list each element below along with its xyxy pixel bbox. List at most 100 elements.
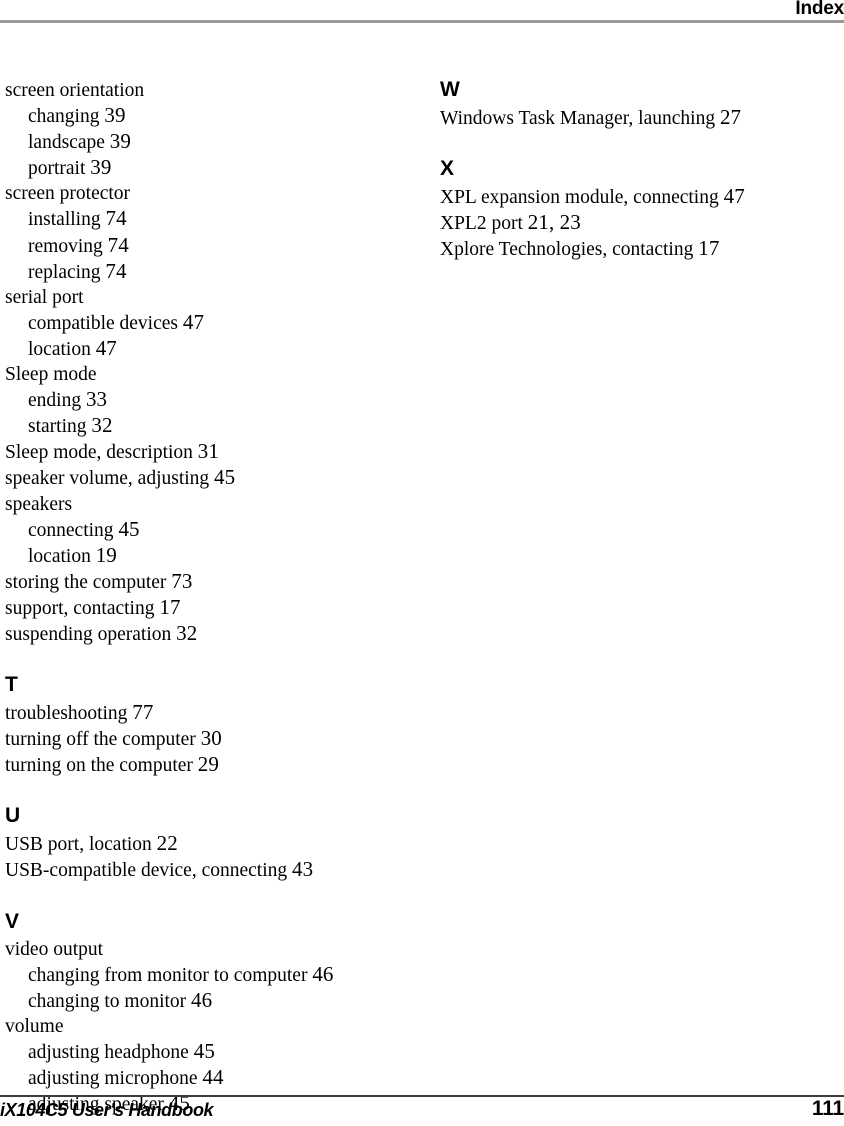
index-subentry: changing from monitor to computer 46 <box>5 962 425 988</box>
index-entry-text: XPL expansion module, connecting <box>440 187 719 209</box>
index-entry: volume <box>5 1014 425 1039</box>
index-page-reference: 45 <box>193 1038 215 1063</box>
index-entry-text: USB-compatible device, connecting <box>5 860 288 882</box>
index-subentry: connecting 45 <box>5 517 425 543</box>
index-entry: support, contacting 17 <box>5 595 425 621</box>
index-entry: suspending operation 32 <box>5 621 425 647</box>
index-section: X XPL expansion module, connecting 47 XPL2… <box>440 157 840 262</box>
index-entry-text: speaker volume, adjusting <box>5 468 210 490</box>
index-entry-text: location <box>28 338 91 360</box>
index-entry-text: compatible devices <box>28 312 178 334</box>
index-page-reference: 32 <box>176 620 198 645</box>
index-section: U USB port, location 22 USB-compatible dev… <box>5 804 425 883</box>
index-page-reference: 47 <box>723 184 745 209</box>
index-page-reference: 27 <box>719 105 742 129</box>
index-entry: speakers <box>5 492 425 517</box>
page-header: Index <box>0 0 844 24</box>
index-section-letter: U <box>5 804 20 828</box>
footer-page-number: 111 <box>811 1097 844 1120</box>
index-section-letter: X <box>440 157 454 181</box>
index-page-reference: 46 <box>312 961 334 986</box>
index-page-reference: 47 <box>182 309 205 334</box>
index-subentry: removing 74 <box>5 233 425 259</box>
index-page-reference: 47 <box>95 335 117 360</box>
index-column-left: screen orientation changing 39 landscape 3… <box>5 78 425 1117</box>
index-entry: Windows Task Manager, launching 27 <box>440 105 840 131</box>
index-entry: turning on the computer 29 <box>5 752 425 778</box>
index-page-reference: 21, 23 <box>527 210 581 235</box>
index-entry-text: storing the computer <box>5 571 167 593</box>
index-subentry: adjusting headphone 45 <box>5 1039 425 1065</box>
index-page-reference: 39 <box>109 129 131 154</box>
index-entry: turning off the computer 30 <box>5 726 425 752</box>
index-entry-text: speakers <box>5 493 73 515</box>
index-page-reference: 74 <box>107 232 129 257</box>
index-entry-text: turning on the computer <box>5 755 193 777</box>
index-page-reference: 31 <box>197 439 219 464</box>
page-footer: iX104C5 User's Handbook 111 <box>0 1086 844 1126</box>
index-entry-text: adjusting headphone <box>28 1041 189 1063</box>
index-page-reference: 17 <box>698 236 720 261</box>
index-page-reference: 22 <box>156 831 178 856</box>
index-entry: Sleep mode, description 31 <box>5 439 425 465</box>
index-entry: speaker volume, adjusting 45 <box>5 465 425 491</box>
index-page-reference: 43 <box>292 857 314 882</box>
index-section-letter: V <box>5 909 19 933</box>
index-section-letter: W <box>440 78 460 101</box>
index-subentry: ending 33 <box>5 387 425 413</box>
index-entry: screen protector <box>5 181 425 206</box>
index-entry-text: troubleshooting <box>5 703 128 725</box>
index-section: Ttroubleshooting 77 turning off the compu… <box>5 673 425 778</box>
index-column-right: W Windows Task Manager, launching 27 X XPL … <box>440 78 840 262</box>
index-entry-text: suspending operation <box>5 623 172 645</box>
index-entry-text: volume <box>5 1015 64 1037</box>
index-entry-text: video output <box>5 938 104 960</box>
page-header-title: Index <box>795 0 844 19</box>
index-subentry: changing 39 <box>5 103 425 129</box>
index-page-reference: 46 <box>191 987 213 1012</box>
index-page-reference: 19 <box>95 542 117 567</box>
index-page-reference: 33 <box>85 387 108 412</box>
index-subentry: replacing 74 <box>5 259 425 285</box>
index-page-reference: 17 <box>159 594 181 619</box>
index-entry-text: Sleep mode, description <box>5 442 193 464</box>
index-entry-text: Windows Task Manager, launching <box>440 108 716 129</box>
index-page-reference: 74 <box>105 206 127 231</box>
index-entry-text: Sleep mode <box>5 364 97 386</box>
index-entry: storing the computer 73 <box>5 569 425 595</box>
footer-divider <box>0 1095 844 1097</box>
index-entry-text: changing <box>28 106 100 128</box>
index-entry: XPL2 port 21, 23 <box>440 210 840 236</box>
index-page-reference: 30 <box>200 726 222 751</box>
index-entry: USB port, location 22 <box>5 831 425 857</box>
index-section: screen orientation changing 39 landscape 3… <box>5 78 425 647</box>
index-entry: serial port <box>5 285 425 310</box>
index-page-reference: 73 <box>171 568 193 593</box>
index-page-reference: 29 <box>197 752 219 777</box>
index-entry-text: starting <box>28 416 87 438</box>
index-page-reference: 45 <box>118 516 140 541</box>
index-entry: Sleep mode <box>5 362 425 387</box>
index-subentry: changing to monitor 46 <box>5 988 425 1014</box>
index-subentry: portrait 39 <box>5 155 425 181</box>
index-entry: troubleshooting 77 <box>5 700 425 726</box>
index-page-reference: 77 <box>132 700 154 725</box>
index-page-reference: 74 <box>105 258 127 283</box>
index-entry-text: screen protector <box>5 183 131 205</box>
index-page-reference: 45 <box>214 465 236 490</box>
index-entry-text: serial port <box>5 286 84 308</box>
index-entry-text: ending <box>28 390 82 412</box>
index-entry-text: screen orientation <box>5 80 145 101</box>
index-entry: XPL expansion module, connecting 47 <box>440 184 840 210</box>
index-section: W Windows Task Manager, launching 27 <box>440 78 840 131</box>
index-subentry: installing 74 <box>5 206 425 232</box>
index-entry: video output <box>5 937 425 962</box>
index-entry-text: changing to monitor <box>28 990 187 1012</box>
index-subentry: location 47 <box>5 336 425 362</box>
index-entry-text: support, contacting <box>5 597 155 619</box>
index-subentry: location 19 <box>5 543 425 569</box>
index-entry-text: connecting <box>28 519 114 541</box>
index-entry-text: landscape <box>28 132 105 154</box>
index-entry-text: location <box>28 545 91 567</box>
index-subentry: compatible devices 47 <box>5 310 425 336</box>
